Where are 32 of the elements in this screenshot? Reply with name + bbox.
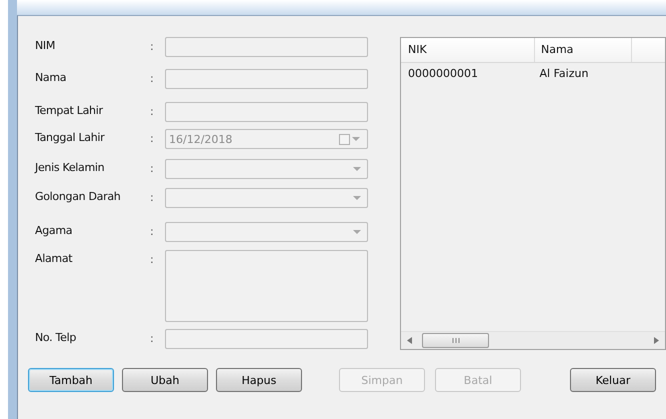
field-label: No. Telp	[35, 330, 78, 346]
colon: :	[150, 224, 155, 240]
field-label: Tanggal Lahir	[35, 130, 106, 146]
data-grid[interactable]: NIK Nama 0000000001 Al Faizun	[400, 37, 666, 350]
field-label: Alamat	[35, 251, 74, 267]
colon: :	[150, 131, 155, 147]
action-button[interactable]: Tambah	[28, 368, 114, 392]
action-button[interactable]: Hapus	[216, 368, 302, 392]
action-button[interactable]: Keluar	[570, 368, 656, 392]
colon: :	[150, 190, 155, 206]
horizontal-scrollbar[interactable]	[401, 331, 665, 349]
field-label: NIM	[35, 38, 56, 54]
colon: :	[150, 252, 155, 268]
date-value: 16/12/2018	[169, 132, 232, 146]
column-header[interactable]: NIK	[401, 38, 535, 62]
colon: :	[150, 104, 155, 120]
colon: :	[150, 331, 155, 347]
field-label: Golongan Darah	[35, 189, 122, 205]
table-cell-text: 0000000001	[407, 66, 479, 82]
field-label: Tempat Lahir	[35, 103, 104, 119]
column-header[interactable]: Nama	[535, 38, 632, 62]
scroll-right-icon[interactable]	[654, 337, 659, 344]
field-label: Jenis Kelamin	[35, 160, 106, 176]
field-label: Nama	[35, 70, 68, 86]
field-label: Agama	[35, 223, 74, 239]
colon: :	[150, 71, 155, 87]
scroll-thumb[interactable]	[422, 333, 489, 348]
action-button[interactable]: Ubah	[122, 368, 208, 392]
colon: :	[150, 39, 155, 55]
table-cell-text: Al Faizun	[538, 66, 590, 82]
colon: :	[150, 161, 155, 177]
scroll-left-icon[interactable]	[407, 337, 412, 344]
